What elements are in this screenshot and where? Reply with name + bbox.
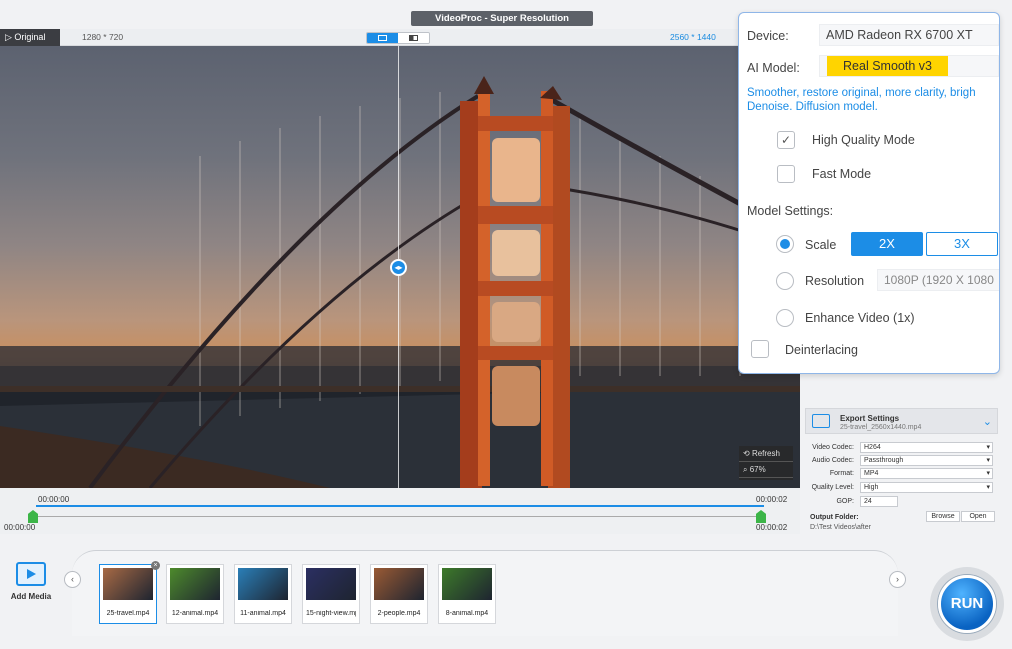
deinterlacing-checkbox[interactable] bbox=[751, 340, 769, 358]
thumbnail-image bbox=[238, 568, 288, 600]
export-settings: Export Settings 25-travel_2560x1440.mp4 … bbox=[805, 408, 998, 532]
trim-start-time: 00:00:00 bbox=[4, 523, 36, 532]
media-thumbnail[interactable]: 8-animal.mp4 bbox=[438, 564, 496, 624]
video-codec-select[interactable]: H264 bbox=[860, 442, 993, 453]
split-drag-handle[interactable]: ◂▸ bbox=[390, 259, 407, 276]
audio-codec-label: Audio Codec: bbox=[811, 457, 854, 464]
open-button[interactable]: Open bbox=[961, 511, 995, 522]
super-resolution-panel: Device: AMD Radeon RX 6700 XT AI Model: … bbox=[738, 12, 1000, 374]
trim-end-handle[interactable] bbox=[756, 510, 766, 523]
enhance-video-label: Enhance Video (1x) bbox=[805, 311, 915, 325]
remove-media-icon[interactable]: × bbox=[151, 561, 160, 570]
audio-codec-select[interactable]: Passthrough bbox=[860, 455, 993, 466]
trim-end-time: 00:00:02 bbox=[756, 523, 788, 532]
format-select[interactable]: MP4 bbox=[860, 468, 993, 479]
thumbnail-label: 15-night-view.mp4 bbox=[306, 610, 356, 617]
refresh-button[interactable]: ⟲ Refresh bbox=[739, 446, 793, 462]
model-description: Smoother, restore original, more clarity… bbox=[747, 87, 976, 113]
preview-toolbar: ▷ Original 1280 * 720 2560 * 1440 bbox=[0, 29, 800, 46]
resolution-select[interactable]: 1080P (1920 X 1080 bbox=[877, 269, 999, 291]
timeline-progress[interactable] bbox=[36, 505, 764, 507]
thumbnail-image bbox=[103, 568, 153, 600]
export-filename: 25-travel_2560x1440.mp4 bbox=[840, 424, 922, 431]
thumbnail-image bbox=[442, 568, 492, 600]
thumbnail-image bbox=[170, 568, 220, 600]
timeline: 00:00:00 00:00:02 00:00:00 00:00:02 bbox=[0, 488, 800, 534]
audio-codec-row: Audio Codec: Passthrough bbox=[805, 455, 998, 467]
hq-mode-checkbox[interactable]: ✓ bbox=[777, 131, 795, 149]
scale-2x-button[interactable]: 2X bbox=[851, 232, 923, 256]
device-select[interactable]: AMD Radeon RX 6700 XT bbox=[819, 24, 999, 46]
split-view-button[interactable] bbox=[398, 33, 429, 43]
thumbnail-image bbox=[374, 568, 424, 600]
export-header[interactable]: Export Settings 25-travel_2560x1440.mp4 … bbox=[805, 408, 998, 434]
original-tab[interactable]: ▷ Original bbox=[0, 29, 60, 46]
model-select[interactable]: Real Smooth v3 bbox=[827, 56, 948, 76]
timeline-track bbox=[36, 516, 764, 517]
gop-label: GOP: bbox=[836, 498, 854, 505]
scroll-right-button[interactable]: › bbox=[889, 571, 906, 588]
scroll-left-button[interactable]: ‹ bbox=[64, 571, 81, 588]
thumbnail-label: 25-travel.mp4 bbox=[106, 610, 150, 617]
add-media-label: Add Media bbox=[10, 592, 52, 601]
device-label: Device: bbox=[747, 29, 789, 43]
media-thumbnail[interactable]: 2-people.mp4 bbox=[370, 564, 428, 624]
chevron-down-icon[interactable]: ⌄ bbox=[983, 415, 992, 428]
add-media-button[interactable]: Add Media bbox=[8, 562, 54, 601]
scale-radio[interactable] bbox=[776, 235, 794, 253]
quality-select[interactable]: High bbox=[860, 482, 993, 493]
single-view-icon bbox=[378, 35, 387, 41]
export-title: Export Settings bbox=[840, 414, 900, 423]
output-resolution: 2560 * 1440 bbox=[670, 32, 716, 42]
video-codec-row: Video Codec: H264 bbox=[805, 442, 998, 454]
quality-label: Quality Level: bbox=[811, 484, 854, 491]
format-row: Format: MP4 bbox=[805, 468, 998, 480]
media-thumbnail[interactable]: 15-night-view.mp4 bbox=[302, 564, 360, 624]
model-label: AI Model: bbox=[747, 61, 800, 75]
fast-mode-checkbox[interactable] bbox=[777, 165, 795, 183]
single-view-button[interactable] bbox=[367, 33, 398, 43]
format-label: Format: bbox=[829, 470, 854, 477]
source-resolution: 1280 * 720 bbox=[82, 32, 124, 42]
media-thumbnail[interactable]: 25-travel.mp4 × bbox=[99, 561, 160, 624]
run-button[interactable]: RUN bbox=[938, 575, 996, 633]
thumbnail-label: 2-people.mp4 bbox=[377, 610, 421, 617]
trim-start-handle[interactable] bbox=[28, 510, 38, 523]
refresh-label: Refresh bbox=[751, 449, 780, 458]
window-title: VideoProc - Super Resolution bbox=[411, 11, 593, 26]
output-folder-label: Output Folder: bbox=[810, 514, 859, 521]
gop-input[interactable]: 24 bbox=[860, 496, 898, 507]
run-button-frame: RUN bbox=[930, 567, 1004, 641]
split-view-icon bbox=[409, 35, 418, 41]
deinterlacing-label: Deinterlacing bbox=[785, 343, 858, 357]
export-settings-icon bbox=[812, 414, 830, 428]
media-thumbnail[interactable]: 11-animal.mp4 bbox=[234, 564, 292, 624]
hq-mode-label: High Quality Mode bbox=[812, 133, 915, 147]
gop-row: GOP: 24 bbox=[805, 496, 998, 508]
video-codec-label: Video Codec: bbox=[812, 444, 854, 451]
browse-button[interactable]: Browse bbox=[926, 511, 960, 522]
thumbnail-label: 8-animal.mp4 bbox=[445, 610, 489, 617]
zoom-button[interactable]: ⌕ 67% bbox=[739, 462, 793, 478]
thumbnail-label: 11-animal.mp4 bbox=[240, 610, 286, 617]
resolution-radio[interactable] bbox=[776, 272, 794, 290]
fast-mode-label: Fast Mode bbox=[812, 167, 872, 181]
preview-controls: ⟲ Refresh ⌕ 67% bbox=[739, 446, 793, 480]
add-media-icon bbox=[16, 562, 46, 586]
timeline-end-time: 00:00:02 bbox=[756, 495, 788, 504]
scale-3x-button[interactable]: 3X bbox=[926, 232, 998, 256]
thumbnail-label: 12-animal.mp4 bbox=[171, 610, 219, 617]
resolution-label: Resolution bbox=[805, 274, 865, 288]
scale-label: Scale bbox=[805, 238, 837, 252]
model-settings-label: Model Settings: bbox=[747, 204, 834, 218]
timeline-start-time: 00:00:00 bbox=[38, 495, 70, 504]
thumbnail-image bbox=[306, 568, 356, 600]
output-folder-path: D:\Test Videos\after bbox=[810, 524, 871, 531]
zoom-label: 67% bbox=[749, 465, 766, 474]
quality-row: Quality Level: High bbox=[805, 482, 998, 494]
view-mode-toggle bbox=[366, 32, 430, 44]
media-thumbnail[interactable]: 12-animal.mp4 bbox=[166, 564, 224, 624]
video-preview[interactable]: ◂▸ ⟲ Refresh ⌕ 67% bbox=[0, 46, 800, 488]
enhance-video-radio[interactable] bbox=[776, 309, 794, 327]
